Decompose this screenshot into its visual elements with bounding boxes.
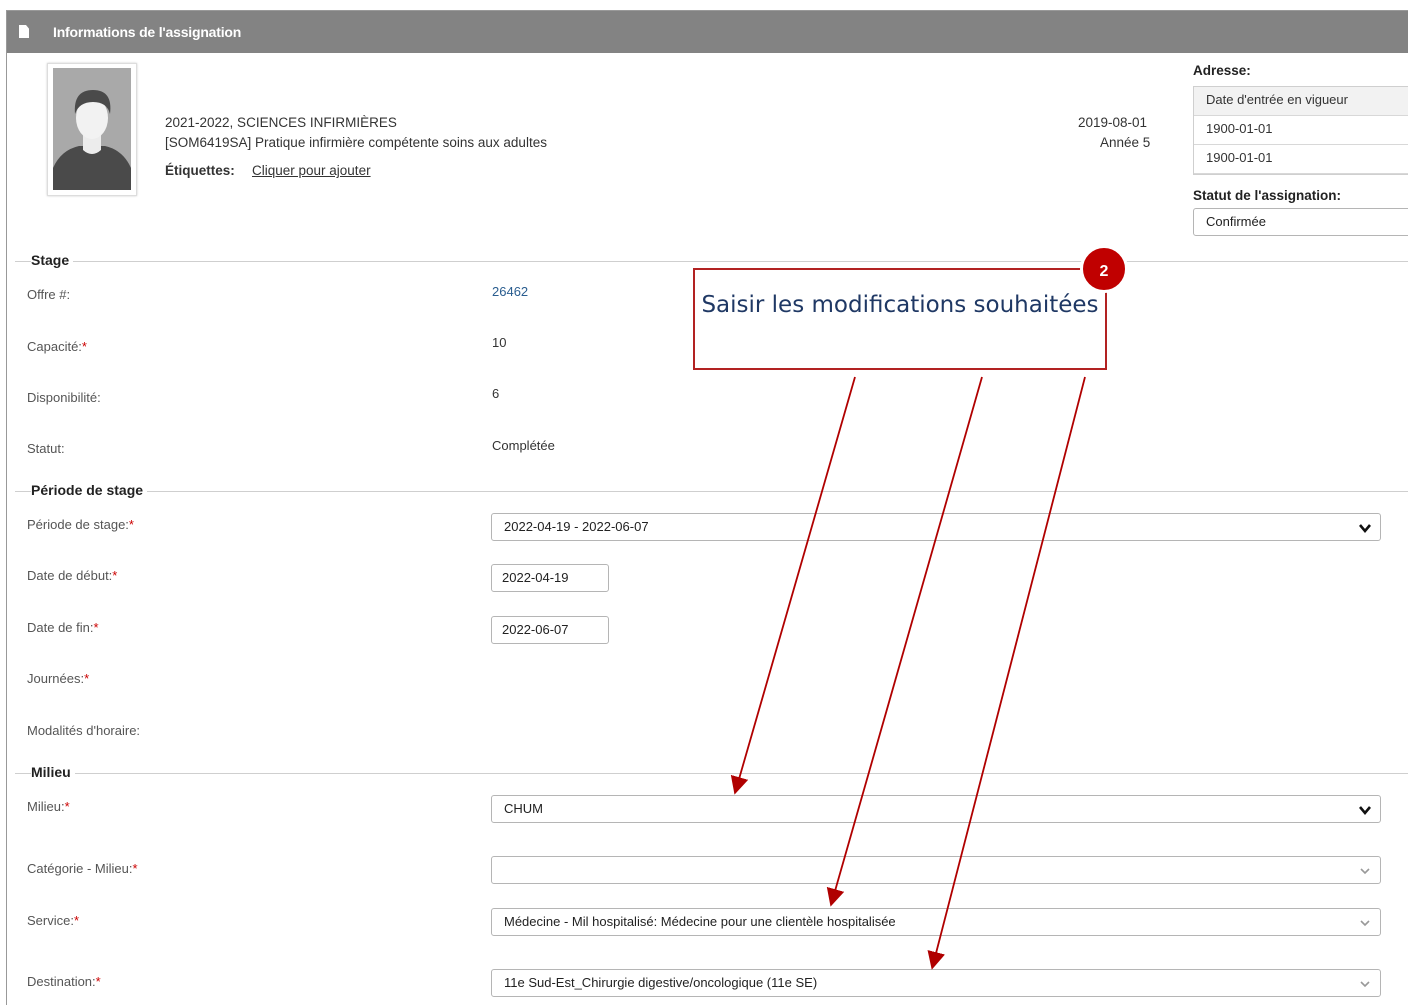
- annotation-callout: Saisir les modifications souhaitées: [693, 268, 1107, 370]
- annotation-arrow: [730, 376, 856, 795]
- annotation-arrow: [826, 376, 983, 907]
- annotation-arrows: [730, 376, 1086, 970]
- step-badge: 2: [1080, 245, 1128, 293]
- annotation-text: Saisir les modifications souhaitées: [701, 292, 1099, 318]
